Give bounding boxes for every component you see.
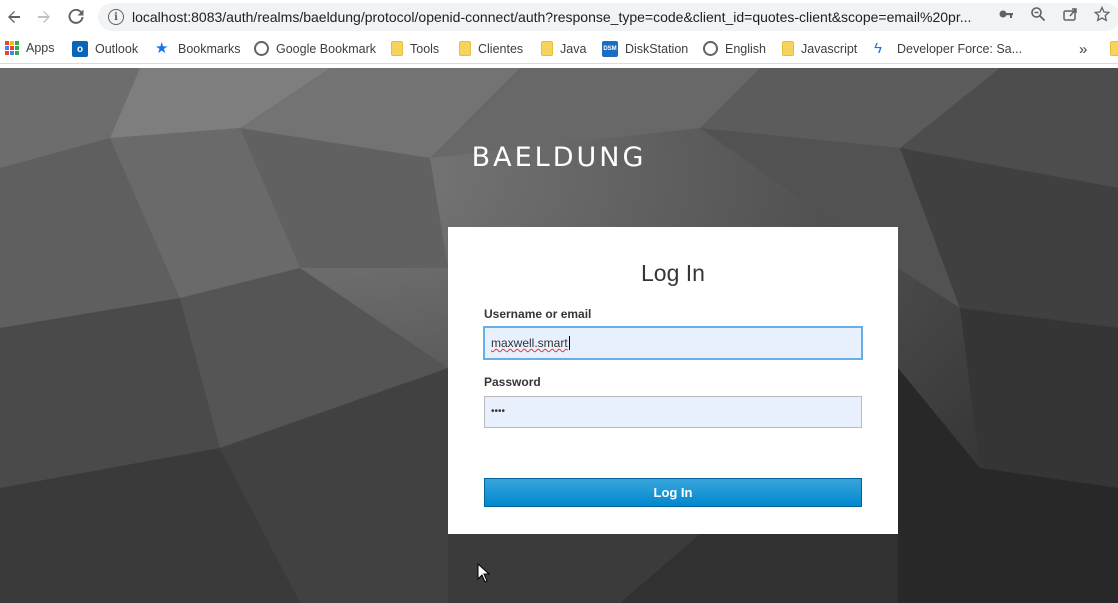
bookmark-diskstation[interactable]: DSM DiskStation	[602, 41, 688, 57]
bookmark-bookmarks[interactable]: ★ Bookmarks	[155, 41, 241, 57]
login-title: Log In	[641, 260, 705, 286]
password-input[interactable]: ••••	[484, 396, 862, 428]
username-value: maxwell.smart	[491, 336, 568, 350]
bookmark-label: Javascript	[801, 41, 858, 56]
bookmark-google[interactable]: Google Bookmark	[254, 41, 376, 56]
bookmark-english[interactable]: English	[703, 41, 766, 56]
brand-title: BAELDUNG	[471, 142, 647, 173]
dsm-icon: DSM	[602, 41, 618, 57]
mouse-pointer-icon	[477, 563, 491, 583]
password-label: Password	[484, 375, 541, 389]
apps-grid-icon	[5, 41, 19, 55]
back-icon[interactable]	[0, 3, 28, 31]
browser-toolbar: i localhost:8083/auth/realms/baeldung/pr…	[0, 0, 1118, 34]
bookmark-overflow-folder[interactable]	[1110, 41, 1118, 56]
bookmark-outlook[interactable]: o Outlook	[72, 41, 138, 57]
bookmark-label: Developer Force: Sa...	[897, 42, 1023, 56]
zoom-icon[interactable]	[1029, 5, 1047, 23]
bolt-icon: ϟ	[874, 40, 882, 57]
bookmark-label: Java	[560, 41, 587, 56]
bookmark-label: Tools	[410, 41, 440, 56]
bookmarks-bar: Apps o Outlook ★ Bookmarks Google Bookma…	[0, 34, 1118, 64]
bookmark-label: Apps	[26, 41, 55, 55]
reload-icon[interactable]	[62, 3, 90, 31]
bookmark-label: Bookmarks	[178, 42, 241, 56]
folder-icon	[391, 41, 403, 56]
forward-icon[interactable]	[30, 3, 58, 31]
bookmark-developer-force[interactable]: ϟ Developer Force: Sa...	[874, 41, 1022, 57]
bookmark-java[interactable]: Java	[541, 41, 586, 56]
star-icon: ★	[155, 40, 169, 57]
outlook-icon: o	[72, 41, 88, 57]
more-bookmarks-button[interactable]: »	[1079, 41, 1087, 58]
username-input[interactable]: maxwell.smart	[484, 327, 862, 359]
address-bar[interactable]: i localhost:8083/auth/realms/baeldung/pr…	[98, 3, 1118, 31]
url-text[interactable]: localhost:8083/auth/realms/baeldung/prot…	[132, 9, 992, 25]
bookmark-label: Google Bookmark	[276, 41, 377, 56]
key-icon[interactable]	[997, 5, 1015, 23]
globe-icon	[703, 41, 718, 56]
chevron-double-right-icon: »	[1079, 41, 1088, 58]
login-page-background: BAELDUNG Log In Username or email maxwel…	[0, 68, 1118, 603]
globe-icon	[254, 41, 269, 56]
bookmark-label: Clientes	[478, 41, 524, 56]
folder-icon	[541, 41, 553, 56]
bookmark-star-icon[interactable]	[1093, 5, 1111, 23]
bookmark-apps[interactable]: Apps	[5, 41, 55, 55]
bookmark-label: DiskStation	[625, 42, 689, 56]
bookmark-label: English	[725, 41, 766, 56]
bookmark-javascript[interactable]: Javascript	[782, 41, 857, 56]
folder-icon	[459, 41, 471, 56]
bookmark-clientes[interactable]: Clientes	[459, 41, 523, 56]
login-card: Log In Username or email maxwell.smart P…	[448, 227, 898, 534]
login-button[interactable]: Log In	[484, 478, 862, 507]
folder-icon	[1110, 41, 1118, 56]
folder-icon	[782, 41, 794, 56]
info-icon[interactable]: i	[108, 9, 124, 25]
share-icon[interactable]	[1061, 5, 1079, 23]
username-label: Username or email	[484, 307, 592, 321]
bookmark-label: Outlook	[95, 42, 139, 56]
bookmark-tools[interactable]: Tools	[391, 41, 439, 56]
